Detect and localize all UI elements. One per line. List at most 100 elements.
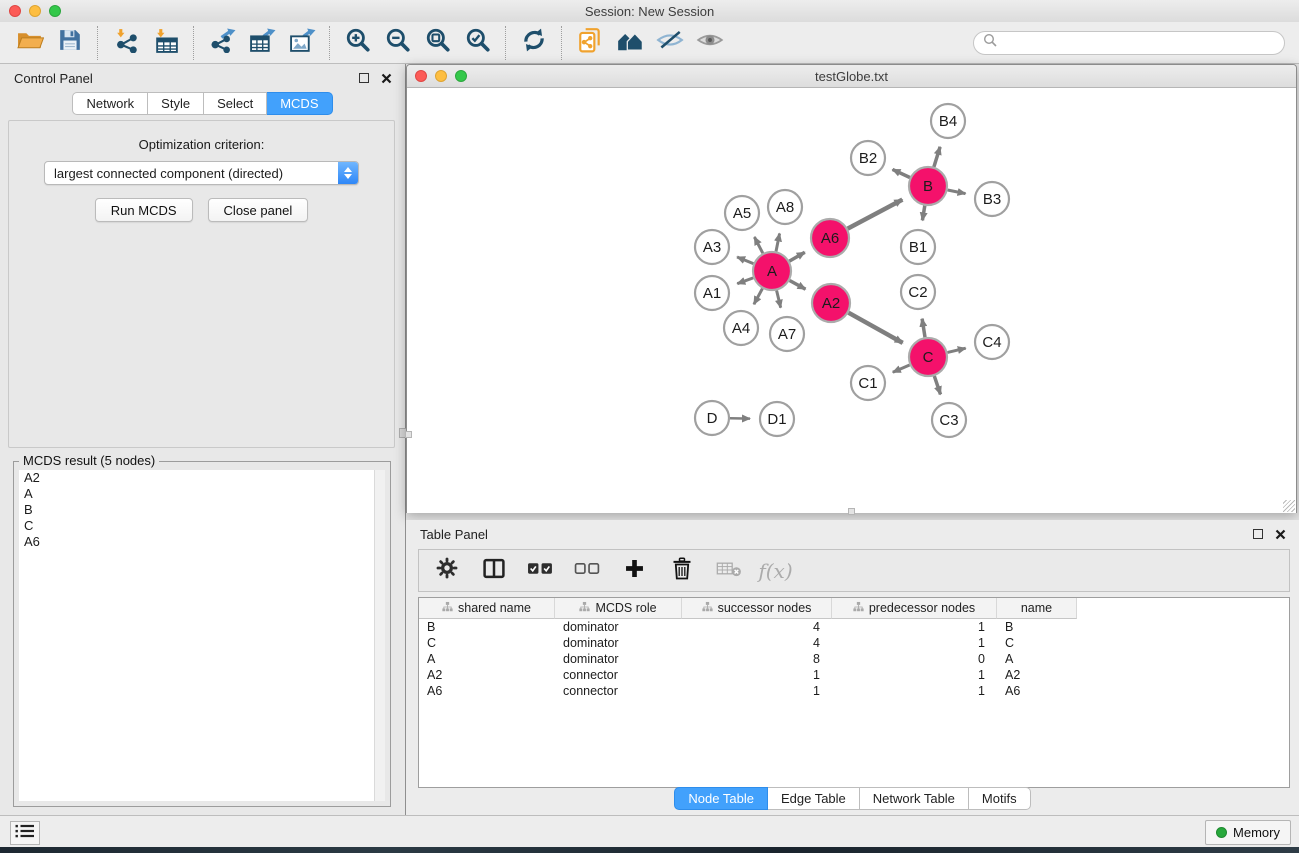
close-table-panel-button[interactable] (1273, 527, 1287, 541)
refresh-layout-button[interactable] (514, 27, 554, 59)
edge-C-C4[interactable] (948, 348, 966, 352)
open-session-button[interactable] (10, 27, 50, 59)
column-header-MCDS-role[interactable]: MCDS role (555, 598, 682, 619)
import-table-button[interactable] (146, 27, 186, 59)
network-window-titlebar[interactable]: testGlobe.txt (407, 65, 1296, 88)
node-A[interactable]: A (753, 252, 791, 290)
edge-A-A1[interactable] (737, 278, 753, 284)
column-header-successor-nodes[interactable]: successor nodes (682, 598, 832, 619)
select-all-button[interactable] (517, 554, 564, 588)
edge-A-A3[interactable] (737, 257, 753, 264)
show-all-button[interactable] (690, 27, 730, 59)
add-column-button[interactable] (611, 554, 658, 588)
edge-A-A7[interactable] (777, 291, 781, 308)
close-panel-button[interactable] (379, 71, 393, 85)
tab-network[interactable]: Network (72, 92, 148, 115)
zoom-fit-button[interactable] (418, 27, 458, 59)
edge-A-A2[interactable] (790, 281, 806, 290)
table-row[interactable]: Bdominator41B (419, 619, 1289, 635)
float-panel-button[interactable] (357, 71, 371, 85)
tab-network-table[interactable]: Network Table (860, 787, 969, 810)
tab-node-table[interactable]: Node Table (674, 787, 768, 810)
home-button[interactable] (610, 27, 650, 59)
zoom-out-button[interactable] (378, 27, 418, 59)
export-network-button[interactable] (202, 27, 242, 59)
mcds-result-item[interactable]: B (19, 502, 385, 518)
mcds-result-item[interactable]: A6 (19, 534, 385, 550)
deselect-all-button[interactable] (564, 554, 611, 588)
edge-A6-B[interactable] (848, 200, 903, 229)
tab-motifs[interactable]: Motifs (969, 787, 1031, 810)
zoom-in-button[interactable] (338, 27, 378, 59)
node-A1[interactable]: A1 (695, 276, 729, 310)
column-header-name[interactable]: name (997, 598, 1077, 619)
node-B2[interactable]: B2 (851, 141, 885, 175)
node-B3[interactable]: B3 (975, 182, 1009, 216)
import-network-button[interactable] (106, 27, 146, 59)
delete-column-button[interactable] (658, 554, 705, 588)
resize-handle-bottom[interactable] (848, 508, 855, 515)
tab-mcds[interactable]: MCDS (267, 92, 332, 115)
node-D1[interactable]: D1 (760, 402, 794, 436)
clone-network-button[interactable] (570, 27, 610, 59)
edge-A-A6[interactable] (789, 252, 804, 261)
resize-grip-corner[interactable] (1283, 500, 1295, 512)
node-A5[interactable]: A5 (725, 196, 759, 230)
node-B1[interactable]: B1 (901, 230, 935, 264)
criterion-dropdown[interactable]: largest connected component (directed) (44, 161, 359, 185)
memory-button[interactable]: Memory (1205, 820, 1291, 845)
node-A7[interactable]: A7 (770, 317, 804, 351)
node-A4[interactable]: A4 (724, 311, 758, 345)
float-table-panel-button[interactable] (1251, 527, 1265, 541)
export-image-button[interactable] (282, 27, 322, 59)
edge-B-B4[interactable] (934, 147, 940, 167)
node-C3[interactable]: C3 (932, 403, 966, 437)
node-C[interactable]: C (909, 338, 947, 376)
mcds-result-item[interactable]: A (19, 486, 385, 502)
edge-A-A8[interactable] (776, 234, 780, 252)
tab-select[interactable]: Select (204, 92, 267, 115)
hide-selected-button[interactable] (650, 27, 690, 59)
search-input[interactable] (997, 34, 1275, 51)
edge-B-B3[interactable] (948, 190, 966, 194)
export-table-button[interactable] (242, 27, 282, 59)
tab-edge-table[interactable]: Edge Table (768, 787, 860, 810)
edge-A-A5[interactable] (754, 237, 762, 253)
tab-style[interactable]: Style (148, 92, 204, 115)
search-field[interactable] (973, 31, 1285, 55)
mcds-result-item[interactable]: C (19, 518, 385, 534)
node-A3[interactable]: A3 (695, 230, 729, 264)
network-canvas[interactable]: A A1 A2 A3 A4 A5 A6 A7 A8 B B1 B2 B3 B4 C C1 C2 C3 C4 D D1 (407, 88, 1296, 513)
close-panel-button-2[interactable]: Close panel (208, 198, 309, 222)
edge-C-C1[interactable] (893, 365, 910, 372)
node-A6[interactable]: A6 (811, 219, 849, 257)
node-A8[interactable]: A8 (768, 190, 802, 224)
zoom-selected-button[interactable] (458, 27, 498, 59)
edge-C-C2[interactable] (922, 319, 925, 338)
table-row[interactable]: Adominator80A (419, 651, 1289, 667)
scrollbar-track[interactable] (374, 470, 385, 801)
table-row[interactable]: A2connector11A2 (419, 667, 1289, 683)
run-mcds-button[interactable]: Run MCDS (95, 198, 193, 222)
task-history-button[interactable] (10, 821, 40, 845)
table-row[interactable]: A6connector11A6 (419, 683, 1289, 699)
node-B[interactable]: B (909, 167, 947, 205)
mcds-result-item[interactable]: A2 (19, 470, 385, 486)
save-session-button[interactable] (50, 27, 90, 59)
table-row[interactable]: Cdominator41C (419, 635, 1289, 651)
column-header-shared-name[interactable]: shared name (419, 598, 555, 619)
node-A2[interactable]: A2 (812, 284, 850, 322)
table-settings-button[interactable] (423, 554, 470, 588)
edge-C-C3[interactable] (934, 376, 940, 394)
resize-handle-left[interactable] (405, 431, 412, 438)
node-C1[interactable]: C1 (851, 366, 885, 400)
node-B4[interactable]: B4 (931, 104, 965, 138)
edge-A-A4[interactable] (754, 289, 763, 305)
node-C2[interactable]: C2 (901, 275, 935, 309)
edge-B-B2[interactable] (893, 169, 910, 177)
node-C4[interactable]: C4 (975, 325, 1009, 359)
edge-B-B1[interactable] (922, 206, 924, 221)
node-D[interactable]: D (695, 401, 729, 435)
show-columns-button[interactable] (470, 554, 517, 588)
edge-A2-C[interactable] (849, 313, 903, 343)
